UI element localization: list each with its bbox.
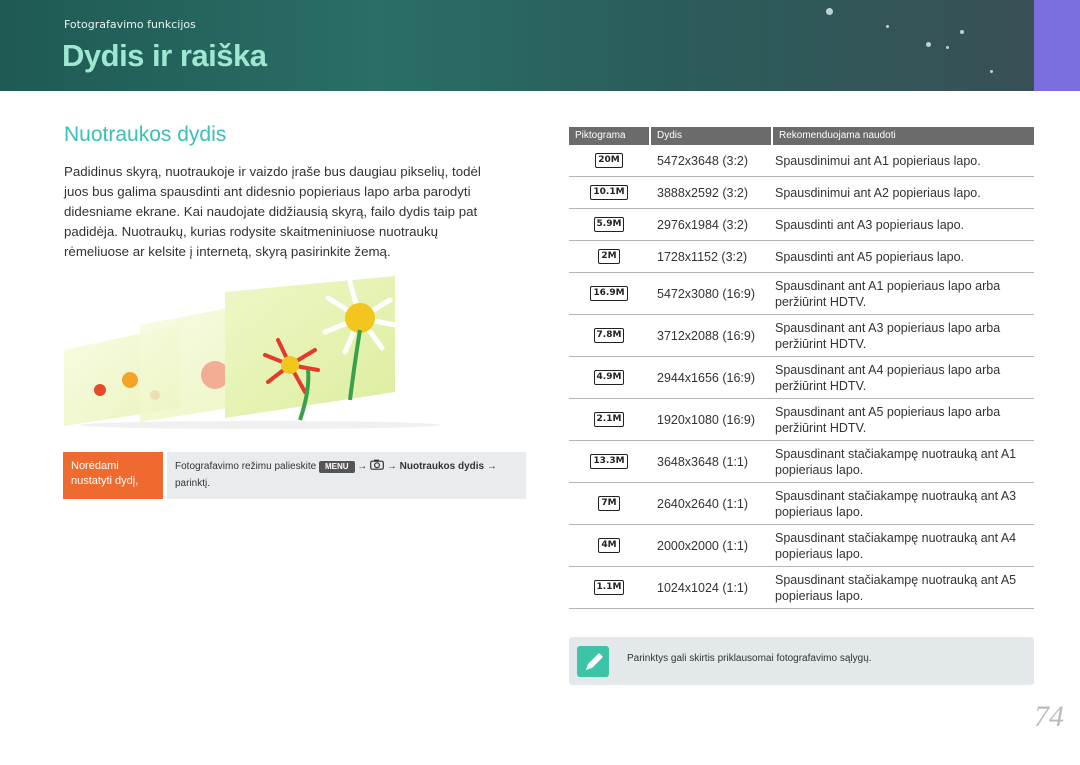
size-cell: 1728x1152 (3:2) (657, 249, 748, 264)
sparkle-decoration (990, 70, 993, 73)
size-cell: 2640x2640 (1:1) (657, 496, 749, 511)
intro-paragraph: Padidinus skyrą, nuotraukoje ir vaizdo į… (64, 164, 481, 259)
use-cell: Spausdinimui ant A1 popieriaus lapo. (775, 153, 981, 168)
sparkle-decoration (960, 30, 964, 34)
col-header-size: Dydis (651, 127, 771, 145)
resolution-icon: 1.1M (593, 580, 625, 595)
tip-bold-option: Nuotraukos dydis (399, 461, 485, 472)
size-cell: 3712x2088 (16:9) (657, 328, 755, 343)
tip-label: Norėdami nustatyti dydį, (63, 452, 163, 499)
resolution-illustration (64, 276, 440, 429)
table-header: Piktograma Dydis Rekomenduojama naudoti (569, 127, 1034, 145)
page-number: 74 (1034, 700, 1064, 733)
large-photo-frame (225, 276, 398, 421)
size-table: Piktograma Dydis Rekomenduojama naudoti … (569, 127, 1034, 609)
resolution-icon: 16.9M (590, 286, 628, 301)
resolution-icon: 20M (595, 153, 623, 168)
chapter-tab (1034, 0, 1080, 91)
size-cell: 2976x1984 (3:2) (657, 217, 749, 232)
table-row: 4M 2000x2000 (1:1) Spausdinant stačiakam… (569, 525, 1034, 567)
use-cell: Spausdinant stačiakampę nuotrauką ant A4… (775, 530, 1017, 561)
use-cell: Spausdinant stačiakampę nuotrauką ant A1… (775, 446, 1017, 477)
use-cell: Spausdinant ant A3 popieriaus lapo arba … (775, 320, 1001, 351)
use-cell: Spausdinant ant A4 popieriaus lapo arba … (775, 362, 1001, 393)
note-box: Parinktys gali skirtis priklausomai foto… (569, 637, 1034, 685)
table-row: 10.1M 3888x2592 (3:2) Spausdinimui ant A… (569, 177, 1034, 209)
menu-key-icon: MENU (318, 461, 355, 473)
table-row: 2.1M 1920x1080 (16:9) Spausdinant ant A5… (569, 399, 1034, 441)
how-to-tip: Norėdami nustatyti dydį, Fotografavimo r… (63, 452, 526, 499)
resolution-icon: 2M (598, 249, 620, 264)
table-row: 5.9M 2976x1984 (3:2) Spausdinti ant A3 p… (569, 209, 1034, 241)
tip-text-before: Fotografavimo režimu palieskite (175, 461, 317, 472)
table-row: 20M 5472x3648 (3:2) Spausdinimui ant A1 … (569, 145, 1034, 177)
table-row: 4.9M 2944x1656 (16:9) Spausdinant ant A4… (569, 357, 1034, 399)
use-cell: Spausdinimui ant A2 popieriaus lapo. (775, 185, 981, 200)
use-cell: Spausdinant ant A5 popieriaus lapo arba … (775, 404, 1001, 435)
size-cell: 2944x1656 (16:9) (657, 370, 755, 385)
size-cell: 5472x3080 (16:9) (657, 286, 755, 301)
sparkle-decoration (926, 42, 931, 47)
table-row: 7M 2640x2640 (1:1) Spausdinant stačiakam… (569, 483, 1034, 525)
section-subtitle: Nuotraukos dydis (64, 123, 227, 146)
sparkle-decoration (946, 46, 949, 49)
resolution-icon: 4M (598, 538, 620, 553)
size-cell: 1024x1024 (1:1) (657, 580, 749, 595)
use-cell: Spausdinant ant A1 popieriaus lapo arba … (775, 278, 1001, 309)
sparkle-decoration (826, 8, 833, 15)
resolution-icon: 7.8M (593, 328, 625, 343)
size-cell: 3888x2592 (3:2) (657, 185, 749, 200)
size-cell: 2000x2000 (1:1) (657, 538, 749, 553)
size-cell: 1920x1080 (16:9) (657, 412, 755, 427)
table-row: 16.9M 5472x3080 (16:9) Spausdinant ant A… (569, 273, 1034, 315)
use-cell: Spausdinti ant A3 popieriaus lapo. (775, 217, 965, 232)
resolution-icon: 2.1M (593, 412, 625, 427)
camera-icon (370, 459, 387, 472)
table-row: 1.1M 1024x1024 (1:1) Spausdinant stačiak… (569, 567, 1034, 609)
use-cell: Spausdinant stačiakampę nuotrauką ant A5… (775, 572, 1017, 603)
table-row: 7.8M 3712x2088 (16:9) Spausdinant ant A3… (569, 315, 1034, 357)
tip-arrow: → (386, 461, 397, 472)
resolution-icon: 7M (598, 496, 620, 511)
size-cell: 5472x3648 (3:2) (657, 153, 749, 168)
use-cell: Spausdinti ant A5 popieriaus lapo. (775, 249, 965, 264)
tip-text-after: parinktį. (175, 478, 211, 489)
tip-instructions: Fotografavimo režimu palieskite MENU → →… (167, 452, 526, 499)
tip-arrow: → (486, 461, 497, 472)
size-cell: 3648x3648 (1:1) (657, 454, 749, 469)
col-header-use: Rekomenduojama naudoti (773, 127, 1034, 145)
section-label: Fotografavimo funkcijos (64, 18, 196, 31)
page-title: Dydis ir raiška (62, 38, 267, 73)
table-row: 2M 1728x1152 (3:2) Spausdinti ant A5 pop… (569, 241, 1034, 273)
resolution-icon: 10.1M (590, 185, 628, 200)
resolution-icon: 13.3M (590, 454, 628, 469)
sparkle-decoration (886, 25, 889, 28)
pencil-note-icon (577, 646, 609, 677)
col-header-icon: Piktograma (569, 127, 649, 145)
use-cell: Spausdinant stačiakampę nuotrauką ant A3… (775, 488, 1017, 519)
tip-arrow: → (357, 461, 368, 472)
table-row: 13.3M 3648x3648 (1:1) Spausdinant stačia… (569, 441, 1034, 483)
resolution-icon: 5.9M (593, 217, 625, 232)
resolution-icon: 4.9M (593, 370, 625, 385)
note-text: Parinktys gali skirtis priklausomai foto… (627, 653, 872, 664)
